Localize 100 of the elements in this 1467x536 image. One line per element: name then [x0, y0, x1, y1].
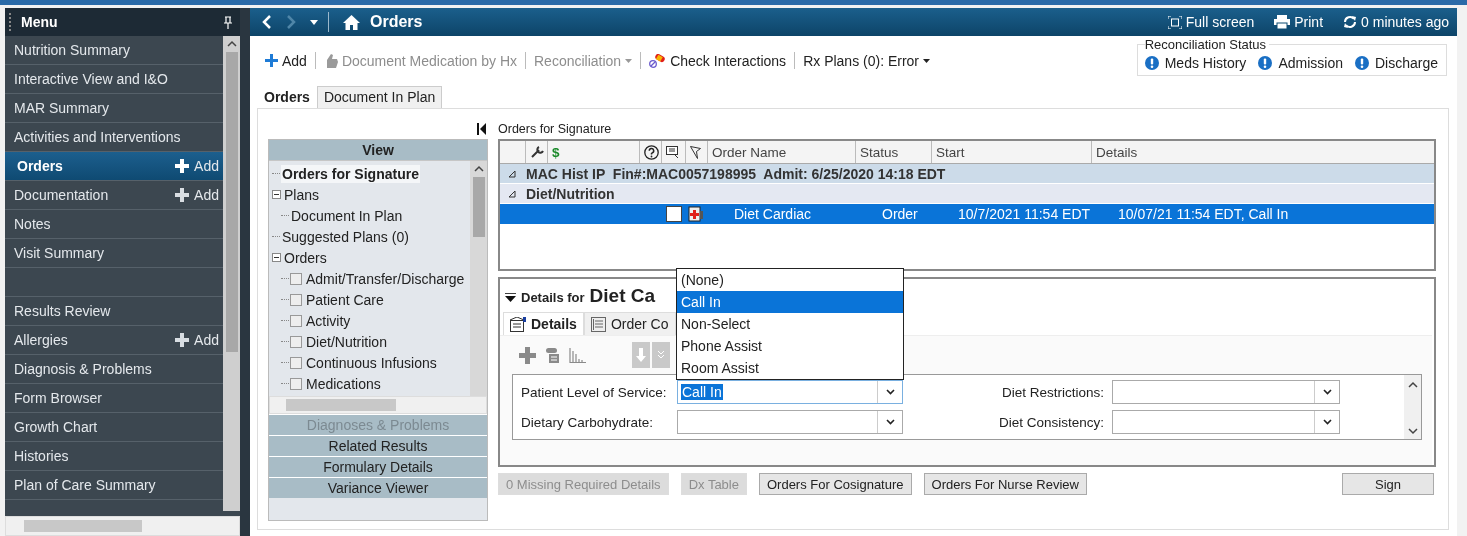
view-header: View	[269, 140, 487, 161]
action-button[interactable]: Orders For Nurse Review	[923, 473, 1087, 495]
tree-item[interactable]: Orders for Signature	[281, 164, 420, 183]
plus-icon	[175, 333, 190, 347]
checkbox[interactable]	[666, 206, 682, 222]
column-header[interactable]: $	[552, 144, 560, 160]
dropdown-option[interactable]: Phone Assist	[677, 335, 903, 357]
collapse-icon[interactable]	[505, 293, 516, 302]
toolbar-button[interactable]: Check Interactions	[649, 52, 787, 69]
tree-item[interactable]: Medications	[305, 374, 382, 393]
table-cell-text: Diet Cardiac	[733, 206, 813, 222]
tree-item[interactable]: Admit/Transfer/Discharge	[305, 269, 466, 288]
add-link[interactable]: Add	[175, 187, 219, 203]
scrollbar[interactable]	[269, 396, 487, 414]
status-link[interactable]: Discharge	[1354, 55, 1438, 71]
tree-item[interactable]: Diet/Nutrition	[305, 332, 388, 351]
column-header[interactable]: Order Name	[712, 144, 787, 160]
exclamation-icon	[1258, 56, 1273, 70]
checkbox[interactable]	[290, 272, 302, 285]
column-header[interactable]: Status	[860, 144, 899, 160]
checkbox[interactable]	[290, 356, 302, 369]
sign-button[interactable]: Sign	[1342, 473, 1434, 495]
scroll-thumb[interactable]	[472, 177, 485, 237]
scrollbar[interactable]	[5, 516, 240, 536]
comment-icon	[666, 145, 680, 159]
header-action[interactable]: Full screen	[1167, 14, 1255, 30]
expand-all-button[interactable]	[652, 342, 670, 368]
action-button[interactable]: Orders For Cosignature	[758, 473, 912, 495]
chevron-up-icon[interactable]	[226, 40, 237, 48]
dropdown-field[interactable]: Call In	[677, 380, 903, 404]
tree-item[interactable]: Orders	[283, 248, 328, 267]
menu-item[interactable]: Documentation Add	[5, 181, 223, 210]
dropdown-option[interactable]: (None)	[677, 269, 903, 291]
details-title: Diet Ca	[589, 285, 656, 307]
header-action[interactable]: Print	[1274, 14, 1324, 30]
page-title: Orders	[370, 13, 423, 31]
tab[interactable]: Order Co	[583, 312, 676, 335]
section-header[interactable]: Variance Viewer	[269, 477, 487, 498]
tree-item[interactable]: Suggested Plans (0)	[281, 227, 410, 246]
column-header[interactable]: Details	[1096, 144, 1138, 160]
printer-icon	[1274, 15, 1291, 29]
status-link[interactable]: Admission	[1258, 55, 1343, 71]
chevron-down-icon	[885, 389, 895, 395]
toolbar-button[interactable]: Add	[265, 52, 307, 69]
table-caption: Orders for Signature	[498, 122, 613, 138]
dropdown-field[interactable]	[1112, 410, 1340, 434]
plus-icon	[175, 159, 190, 173]
collapse-icon[interactable]	[508, 189, 516, 198]
tree-item[interactable]: Continuous Infusions	[305, 353, 438, 372]
tree-item[interactable]: Document In Plan	[290, 206, 404, 225]
tree-item[interactable]: Patient Care	[305, 290, 385, 309]
tree-item[interactable]: Activity	[305, 311, 352, 330]
status-link[interactable]: Meds History	[1144, 55, 1247, 71]
plus-icon	[519, 346, 536, 364]
back-icon[interactable]	[262, 15, 272, 29]
dropdown-field[interactable]	[1112, 380, 1340, 404]
table-cell-text: 10/7/2021 11:54 EDT	[957, 206, 1092, 222]
tree-item[interactable]: Plans	[283, 185, 321, 204]
chevron-up-icon[interactable]	[473, 165, 484, 173]
scroll-thumb[interactable]	[24, 520, 143, 532]
move-down-button[interactable]	[632, 342, 650, 368]
section-header[interactable]: Formulary Details	[269, 456, 487, 477]
chevron-down-icon[interactable]	[1407, 427, 1418, 435]
toolbar-button[interactable]: Rx Plans (0): Error	[803, 52, 931, 69]
checkbox[interactable]	[290, 314, 302, 327]
home-icon[interactable]	[343, 14, 360, 30]
section-header[interactable]: Related Results	[269, 435, 487, 456]
checkbox[interactable]	[290, 377, 302, 390]
field-value: Call In	[681, 384, 723, 400]
table-row[interactable]: Diet Cardiac Order 10/7/2021 11:54 EDT 10/07/21 11:54 EDT, Call In	[500, 204, 1434, 224]
scrollbar[interactable]	[470, 161, 487, 396]
dropdown-option[interactable]: Non-Select	[677, 313, 903, 335]
tab[interactable]: Document In Plan	[316, 86, 443, 108]
dropdown-option[interactable]: Call In	[677, 291, 903, 313]
collapse-icon[interactable]	[272, 253, 281, 262]
column-header[interactable]: Start	[936, 144, 965, 160]
scrollbar[interactable]	[223, 36, 240, 511]
double-chevron-icon	[657, 350, 665, 360]
tab[interactable]: Details	[503, 312, 584, 335]
pin-icon[interactable]	[224, 15, 232, 29]
collapse-icon[interactable]	[272, 190, 281, 199]
chevron-down-icon	[1322, 419, 1332, 425]
plus-icon	[175, 188, 190, 202]
menu-title: Menu	[21, 14, 59, 30]
collapse-icon[interactable]	[477, 123, 486, 135]
header-action[interactable]: 0 minutes ago	[1343, 14, 1449, 30]
menu-item[interactable]: Allergies Add	[5, 326, 223, 355]
chevron-up-icon[interactable]	[1407, 381, 1418, 389]
dropdown-field[interactable]	[677, 410, 903, 434]
checkbox[interactable]	[290, 293, 302, 306]
add-link[interactable]: Add	[175, 158, 219, 174]
checkbox[interactable]	[290, 335, 302, 348]
collapse-icon[interactable]	[508, 169, 516, 178]
menu-item[interactable]: Orders Add	[5, 152, 223, 181]
scroll-thumb[interactable]	[225, 52, 238, 352]
dropdown-option[interactable]: Room Assist	[677, 357, 903, 379]
add-link[interactable]: Add	[175, 332, 219, 348]
scrollbar[interactable]	[1404, 375, 1421, 439]
scroll-thumb[interactable]	[286, 399, 397, 411]
caret-icon[interactable]	[310, 19, 318, 25]
